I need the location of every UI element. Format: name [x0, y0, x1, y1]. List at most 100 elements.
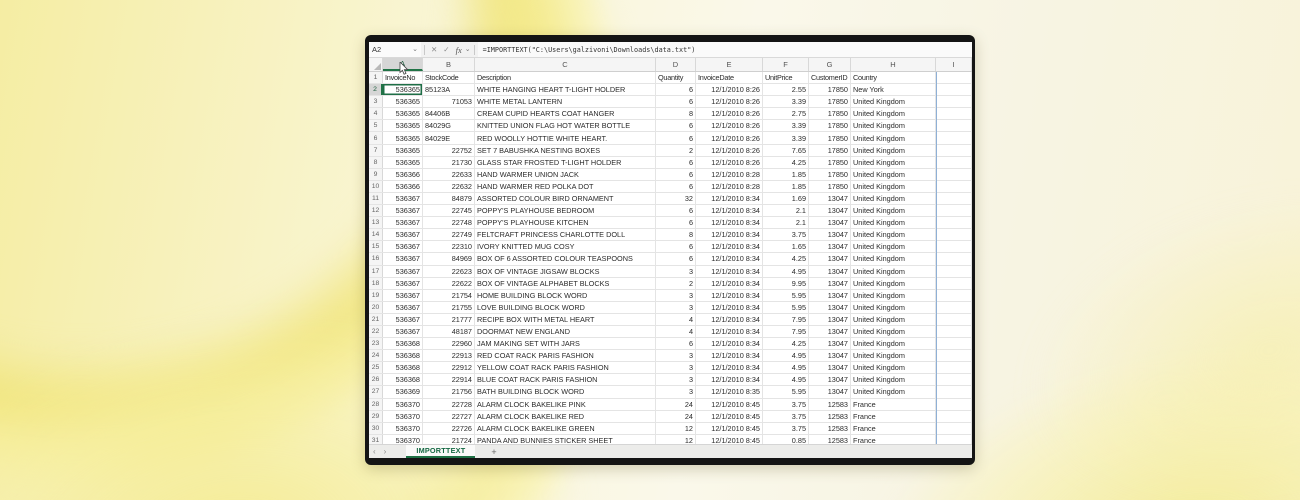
cell-H30[interactable]: France	[851, 423, 936, 434]
cell-A22[interactable]: 536367	[383, 326, 423, 337]
cell-E23[interactable]: 12/1/2010 8:34	[696, 338, 763, 349]
cell-I19[interactable]	[936, 290, 972, 301]
cell-C12[interactable]: POPPY'S PLAYHOUSE BEDROOM	[475, 205, 656, 216]
cell-G17[interactable]: 13047	[809, 266, 851, 277]
cell-E6[interactable]: 12/1/2010 8:26	[696, 132, 763, 143]
cell-I15[interactable]	[936, 241, 972, 252]
cell-G22[interactable]: 13047	[809, 326, 851, 337]
cell-C4[interactable]: CREAM CUPID HEARTS COAT HANGER	[475, 108, 656, 119]
column-header-H[interactable]: H	[851, 58, 936, 71]
cell-D29[interactable]: 24	[656, 411, 696, 422]
cell-I21[interactable]	[936, 314, 972, 325]
cell-F21[interactable]: 7.95	[763, 314, 809, 325]
cell-A16[interactable]: 536367	[383, 253, 423, 264]
cell-D12[interactable]: 6	[656, 205, 696, 216]
cell-A23[interactable]: 536368	[383, 338, 423, 349]
cell-I28[interactable]	[936, 399, 972, 410]
cell-I7[interactable]	[936, 145, 972, 156]
cell-I18[interactable]	[936, 278, 972, 289]
cell-B3[interactable]: 71053	[423, 96, 475, 107]
cell-D16[interactable]: 6	[656, 253, 696, 264]
cell-F1[interactable]: UnitPrice	[763, 72, 809, 83]
cell-F23[interactable]: 4.25	[763, 338, 809, 349]
cell-E30[interactable]: 12/1/2010 8:45	[696, 423, 763, 434]
cell-F12[interactable]: 2.1	[763, 205, 809, 216]
cell-D6[interactable]: 6	[656, 132, 696, 143]
cell-I6[interactable]	[936, 132, 972, 143]
cell-C21[interactable]: RECIPE BOX WITH METAL HEART	[475, 314, 656, 325]
cell-H19[interactable]: United Kingdom	[851, 290, 936, 301]
row-header-11[interactable]: 11	[369, 193, 383, 204]
cell-G3[interactable]: 17850	[809, 96, 851, 107]
cell-G27[interactable]: 13047	[809, 386, 851, 397]
cell-E1[interactable]: InvoiceDate	[696, 72, 763, 83]
cell-I9[interactable]	[936, 169, 972, 180]
cell-G5[interactable]: 17850	[809, 120, 851, 131]
cell-A25[interactable]: 536368	[383, 362, 423, 373]
cell-C14[interactable]: FELTCRAFT PRINCESS CHARLOTTE DOLL	[475, 229, 656, 240]
cell-D18[interactable]: 2	[656, 278, 696, 289]
cell-B1[interactable]: StockCode	[423, 72, 475, 83]
row-header-28[interactable]: 28	[369, 399, 383, 410]
cell-G30[interactable]: 12583	[809, 423, 851, 434]
cell-G24[interactable]: 13047	[809, 350, 851, 361]
cell-F15[interactable]: 1.65	[763, 241, 809, 252]
cell-D27[interactable]: 3	[656, 386, 696, 397]
sheet-nav-left-icon[interactable]: ‹	[369, 447, 380, 456]
cell-H10[interactable]: United Kingdom	[851, 181, 936, 192]
cell-H29[interactable]: France	[851, 411, 936, 422]
cell-E19[interactable]: 12/1/2010 8:34	[696, 290, 763, 301]
cell-B9[interactable]: 22633	[423, 169, 475, 180]
cell-B10[interactable]: 22632	[423, 181, 475, 192]
cell-E29[interactable]: 12/1/2010 8:45	[696, 411, 763, 422]
cell-F18[interactable]: 9.95	[763, 278, 809, 289]
cell-F26[interactable]: 4.95	[763, 374, 809, 385]
cell-C27[interactable]: BATH BUILDING BLOCK WORD	[475, 386, 656, 397]
column-header-G[interactable]: G	[809, 58, 851, 71]
cell-C22[interactable]: DOORMAT NEW ENGLAND	[475, 326, 656, 337]
row-header-3[interactable]: 3	[369, 96, 383, 107]
cell-G15[interactable]: 13047	[809, 241, 851, 252]
cell-C16[interactable]: BOX OF 6 ASSORTED COLOUR TEASPOONS	[475, 253, 656, 264]
insert-function-icon[interactable]: fx	[453, 45, 465, 55]
cell-A29[interactable]: 536370	[383, 411, 423, 422]
cell-C11[interactable]: ASSORTED COLOUR BIRD ORNAMENT	[475, 193, 656, 204]
column-header-C[interactable]: C	[475, 58, 656, 71]
cell-H27[interactable]: United Kingdom	[851, 386, 936, 397]
cell-E3[interactable]: 12/1/2010 8:26	[696, 96, 763, 107]
cell-F2[interactable]: 2.55	[763, 84, 809, 95]
cell-G29[interactable]: 12583	[809, 411, 851, 422]
row-header-29[interactable]: 29	[369, 411, 383, 422]
cell-A14[interactable]: 536367	[383, 229, 423, 240]
cell-I25[interactable]	[936, 362, 972, 373]
cell-I16[interactable]	[936, 253, 972, 264]
cell-B23[interactable]: 22960	[423, 338, 475, 349]
cell-D14[interactable]: 8	[656, 229, 696, 240]
cell-A17[interactable]: 536367	[383, 266, 423, 277]
cell-A6[interactable]: 536365	[383, 132, 423, 143]
cell-D20[interactable]: 3	[656, 302, 696, 313]
cell-G28[interactable]: 12583	[809, 399, 851, 410]
cell-H24[interactable]: United Kingdom	[851, 350, 936, 361]
cell-E20[interactable]: 12/1/2010 8:34	[696, 302, 763, 313]
cell-D1[interactable]: Quantity	[656, 72, 696, 83]
cell-F16[interactable]: 4.25	[763, 253, 809, 264]
cell-H6[interactable]: United Kingdom	[851, 132, 936, 143]
cell-C15[interactable]: IVORY KNITTED MUG COSY	[475, 241, 656, 252]
row-header-10[interactable]: 10	[369, 181, 383, 192]
cell-I22[interactable]	[936, 326, 972, 337]
cell-H22[interactable]: United Kingdom	[851, 326, 936, 337]
cell-I1[interactable]	[936, 72, 972, 83]
cell-D21[interactable]: 4	[656, 314, 696, 325]
cell-C20[interactable]: LOVE BUILDING BLOCK WORD	[475, 302, 656, 313]
cell-H21[interactable]: United Kingdom	[851, 314, 936, 325]
cell-B19[interactable]: 21754	[423, 290, 475, 301]
cell-E14[interactable]: 12/1/2010 8:34	[696, 229, 763, 240]
column-header-B[interactable]: B	[423, 58, 475, 71]
cell-B20[interactable]: 21755	[423, 302, 475, 313]
cell-H26[interactable]: United Kingdom	[851, 374, 936, 385]
cell-B16[interactable]: 84969	[423, 253, 475, 264]
cell-E21[interactable]: 12/1/2010 8:34	[696, 314, 763, 325]
cell-C18[interactable]: BOX OF VINTAGE ALPHABET BLOCKS	[475, 278, 656, 289]
cell-B14[interactable]: 22749	[423, 229, 475, 240]
